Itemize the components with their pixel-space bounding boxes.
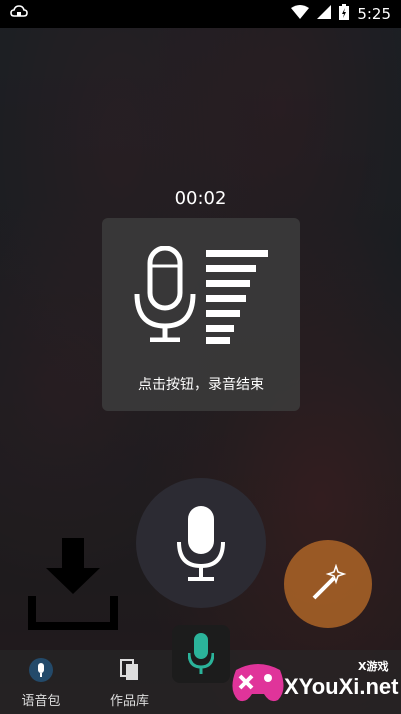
magic-wand-icon (310, 563, 348, 606)
notification-icon (10, 3, 28, 25)
watermark: XYouXi.net X游戏 (228, 652, 399, 708)
watermark-brand: XYouXi.net (284, 674, 399, 699)
record-tab-button[interactable] (172, 625, 230, 683)
microphone-icon (176, 506, 226, 586)
status-bar: 5:25 (0, 0, 401, 28)
download-icon[interactable] (28, 538, 118, 634)
recording-panel: 点击按钮，录音结束 (102, 218, 300, 411)
nav-label: 语音包 (21, 694, 61, 709)
recording-hint: 点击按钮，录音结束 (138, 377, 264, 393)
microphone-icon (134, 245, 196, 346)
works-icon (119, 658, 141, 686)
nav-item-works-library[interactable]: 作品库 (82, 650, 177, 714)
watermark-tag: X游戏 (358, 660, 389, 673)
stop-recording-button[interactable] (136, 478, 266, 608)
mic-icon (29, 658, 53, 686)
volume-level-icon (206, 250, 270, 348)
magic-effects-button[interactable] (284, 540, 372, 628)
gamepad-logo-icon (230, 660, 286, 708)
recording-timer: 00:02 (174, 188, 227, 209)
battery-icon (339, 4, 350, 24)
wifi-icon (291, 5, 310, 23)
nav-label: 作品库 (109, 694, 149, 709)
clock: 5:25 (357, 5, 391, 23)
mic-icon (187, 633, 215, 679)
nav-item-voice-pack[interactable]: 语音包 (0, 650, 82, 714)
signal-icon (317, 5, 332, 23)
